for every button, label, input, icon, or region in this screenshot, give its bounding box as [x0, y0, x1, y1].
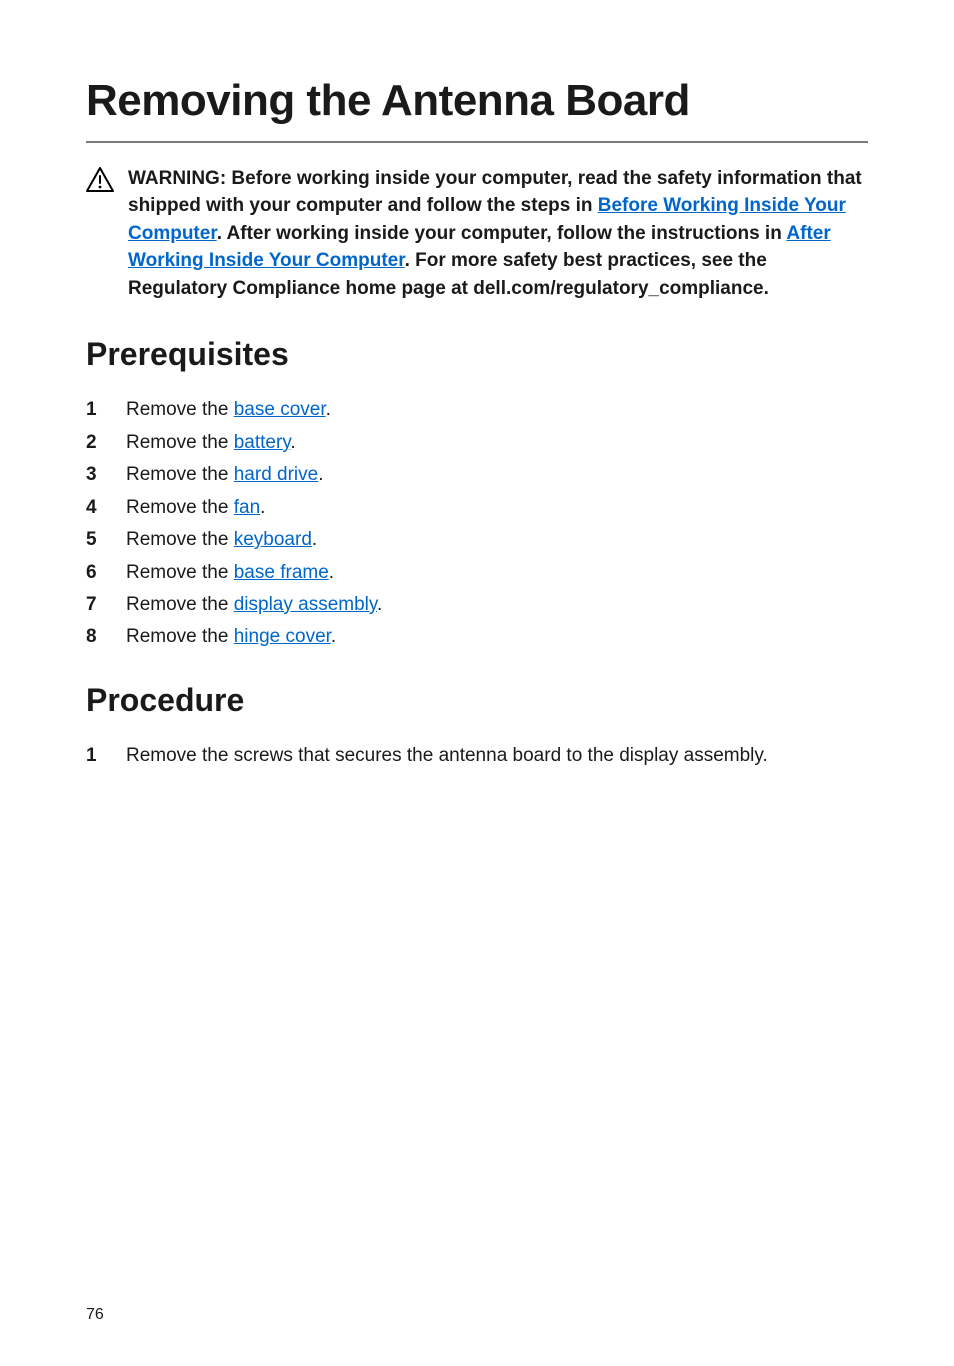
- page-title: Removing the Antenna Board: [86, 76, 868, 143]
- step-text: .: [318, 464, 323, 485]
- step-text: Remove the: [126, 399, 234, 420]
- link-fan[interactable]: fan: [234, 497, 260, 518]
- list-item: Remove the keyboard.: [86, 525, 868, 554]
- warning-block: WARNING: Before working inside your comp…: [86, 165, 868, 303]
- list-item: Remove the hinge cover.: [86, 622, 868, 651]
- page-number: 76: [86, 1306, 104, 1324]
- list-item: Remove the screws that secures the anten…: [86, 741, 868, 770]
- step-text: Remove the: [126, 594, 234, 615]
- step-text: Remove the screws that secures the anten…: [126, 741, 868, 770]
- step-text: .: [331, 626, 336, 647]
- link-display-assembly[interactable]: display assembly: [234, 594, 377, 615]
- step-text: .: [290, 432, 295, 453]
- warning-mid1: . After working inside your computer, fo…: [217, 223, 787, 244]
- link-hard-drive[interactable]: hard drive: [234, 464, 319, 485]
- prerequisites-heading: Prerequisites: [86, 336, 868, 373]
- link-keyboard[interactable]: keyboard: [234, 529, 312, 550]
- list-item: Remove the base frame.: [86, 558, 868, 587]
- list-item: Remove the base cover.: [86, 395, 868, 424]
- step-text: Remove the: [126, 497, 234, 518]
- list-item: Remove the battery.: [86, 428, 868, 457]
- warning-icon: [86, 167, 114, 303]
- warning-text: WARNING: Before working inside your comp…: [128, 165, 868, 303]
- procedure-heading: Procedure: [86, 682, 868, 719]
- step-text: .: [329, 562, 334, 583]
- step-text: Remove the: [126, 529, 234, 550]
- step-text: Remove the: [126, 464, 234, 485]
- step-text: .: [312, 529, 317, 550]
- step-text: Remove the: [126, 562, 234, 583]
- link-base-cover[interactable]: base cover: [234, 399, 326, 420]
- step-text: .: [326, 399, 331, 420]
- step-text: Remove the: [126, 626, 234, 647]
- step-text: .: [377, 594, 382, 615]
- step-text: Remove the: [126, 432, 234, 453]
- link-base-frame[interactable]: base frame: [234, 562, 329, 583]
- list-item: Remove the display assembly.: [86, 590, 868, 619]
- step-text: .: [260, 497, 265, 518]
- list-item: Remove the hard drive.: [86, 460, 868, 489]
- link-hinge-cover[interactable]: hinge cover: [234, 626, 331, 647]
- link-battery[interactable]: battery: [234, 432, 291, 453]
- prerequisites-list: Remove the base cover. Remove the batter…: [86, 395, 868, 652]
- procedure-list: Remove the screws that secures the anten…: [86, 741, 868, 770]
- list-item: Remove the fan.: [86, 493, 868, 522]
